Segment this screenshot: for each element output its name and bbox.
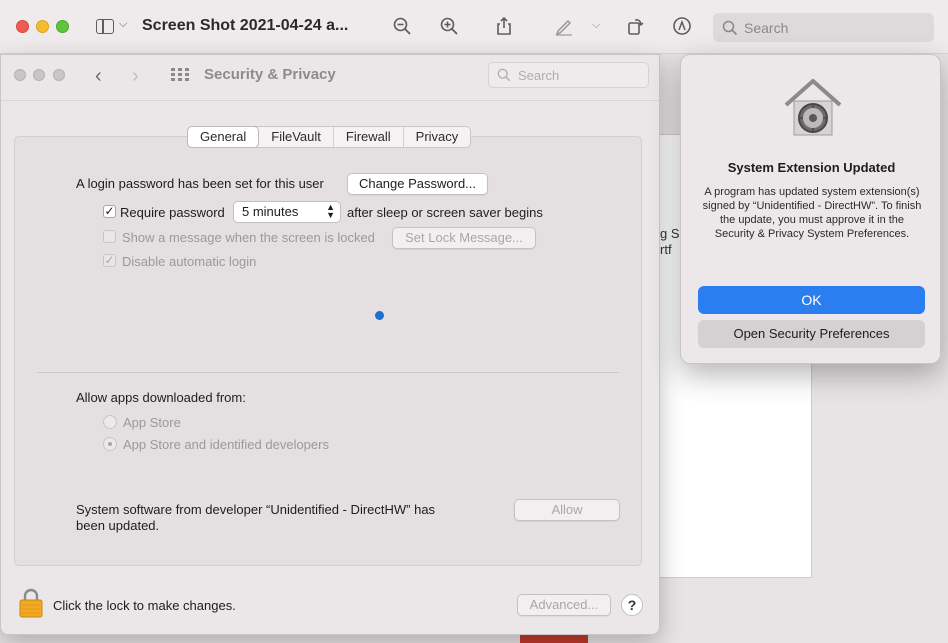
tab-general[interactable]: General (187, 126, 260, 148)
lock-icon[interactable] (19, 588, 43, 618)
doc-fragment: rtf (660, 242, 672, 257)
disable-auto-login-checkbox[interactable]: ✓ (103, 254, 116, 267)
security-search-placeholder: Search (518, 68, 560, 83)
show-message-label: Show a message when the screen is locked (122, 230, 375, 245)
sidebar-toggle-icon[interactable] (96, 19, 114, 34)
lock-hint-text: Click the lock to make changes. (53, 598, 236, 613)
disable-auto-login-label: Disable automatic login (122, 254, 257, 269)
close-button[interactable] (16, 20, 29, 33)
radio-app-store-label: App Store (123, 415, 181, 430)
zoom-in-icon[interactable] (438, 15, 460, 37)
preview-search-placeholder: Search (744, 20, 789, 36)
close-button[interactable] (14, 69, 26, 81)
minimize-button[interactable] (36, 20, 49, 33)
loading-indicator (375, 311, 384, 320)
allow-button[interactable]: Allow (514, 499, 620, 521)
allow-apps-label: Allow apps downloaded from: (76, 390, 246, 405)
minimize-button[interactable] (33, 69, 45, 81)
back-button[interactable]: ‹ (95, 65, 102, 88)
tab-filevault[interactable]: FileVault (259, 127, 334, 147)
section-divider (37, 372, 619, 373)
system-software-text-line1: System software from developer “Unidenti… (76, 502, 436, 517)
radio-identified-label: App Store and identified developers (123, 437, 329, 452)
zoom-button[interactable] (53, 69, 65, 81)
open-security-preferences-button[interactable]: Open Security Preferences (698, 320, 925, 348)
window-title: Security & Privacy (204, 66, 336, 83)
security-search-input[interactable]: Search (488, 62, 649, 88)
dialog-message: A program has updated system extension(s… (702, 186, 922, 240)
dialog-title: System Extension Updated (727, 160, 896, 175)
document-title: Screen Shot 2021-04-24 a... (142, 17, 349, 34)
require-password-value: 5 minutes (242, 204, 299, 219)
security-toolbar: ‹ › Security & Privacy Search (1, 55, 659, 101)
require-password-checkbox[interactable]: ✓ (103, 205, 116, 218)
help-button[interactable]: ? (621, 594, 643, 616)
zoom-out-icon[interactable] (391, 15, 413, 37)
updown-chevron-icon: ▲ ▼ (326, 202, 335, 220)
tab-firewall[interactable]: Firewall (334, 127, 404, 147)
search-icon (497, 68, 511, 82)
security-privacy-window: ‹ › Security & Privacy Search General Fi… (0, 54, 660, 635)
after-sleep-label: after sleep or screen saver begins (347, 205, 543, 220)
annotate-icon[interactable] (671, 15, 693, 37)
forward-button[interactable]: › (132, 65, 139, 88)
chevron-down-icon[interactable]: ⌵ (592, 19, 600, 32)
require-password-label: Require password (120, 205, 225, 220)
change-password-button[interactable]: Change Password... (347, 173, 488, 195)
radio-app-store[interactable] (103, 415, 117, 429)
system-extension-dialog: System Extension Updated A program has u… (680, 54, 941, 364)
set-lock-message-button[interactable]: Set Lock Message... (392, 227, 536, 249)
login-password-text: A login password has been set for this u… (76, 176, 324, 191)
markup-pen-icon[interactable] (553, 15, 575, 37)
advanced-button[interactable]: Advanced... (517, 594, 611, 616)
tab-bar: General FileVault Firewall Privacy (187, 126, 472, 148)
security-house-icon (784, 79, 842, 136)
rotate-icon[interactable] (624, 15, 646, 37)
ok-button[interactable]: OK (698, 286, 925, 314)
radio-identified-developers[interactable] (103, 437, 117, 451)
show-all-grid-icon[interactable] (171, 68, 189, 82)
zoom-button[interactable] (56, 20, 69, 33)
show-message-checkbox[interactable] (103, 230, 116, 243)
share-icon[interactable] (493, 15, 515, 37)
preview-toolbar: ⌵ Screen Shot 2021-04-24 a... ⌵ Search (0, 0, 948, 54)
tab-privacy[interactable]: Privacy (404, 127, 471, 147)
search-icon (722, 20, 738, 36)
system-software-text-line2: been updated. (76, 518, 160, 533)
require-password-select[interactable]: 5 minutes ▲ ▼ (233, 201, 341, 223)
preview-search-input[interactable]: Search (713, 13, 934, 42)
chevron-down-icon[interactable]: ⌵ (119, 18, 127, 31)
